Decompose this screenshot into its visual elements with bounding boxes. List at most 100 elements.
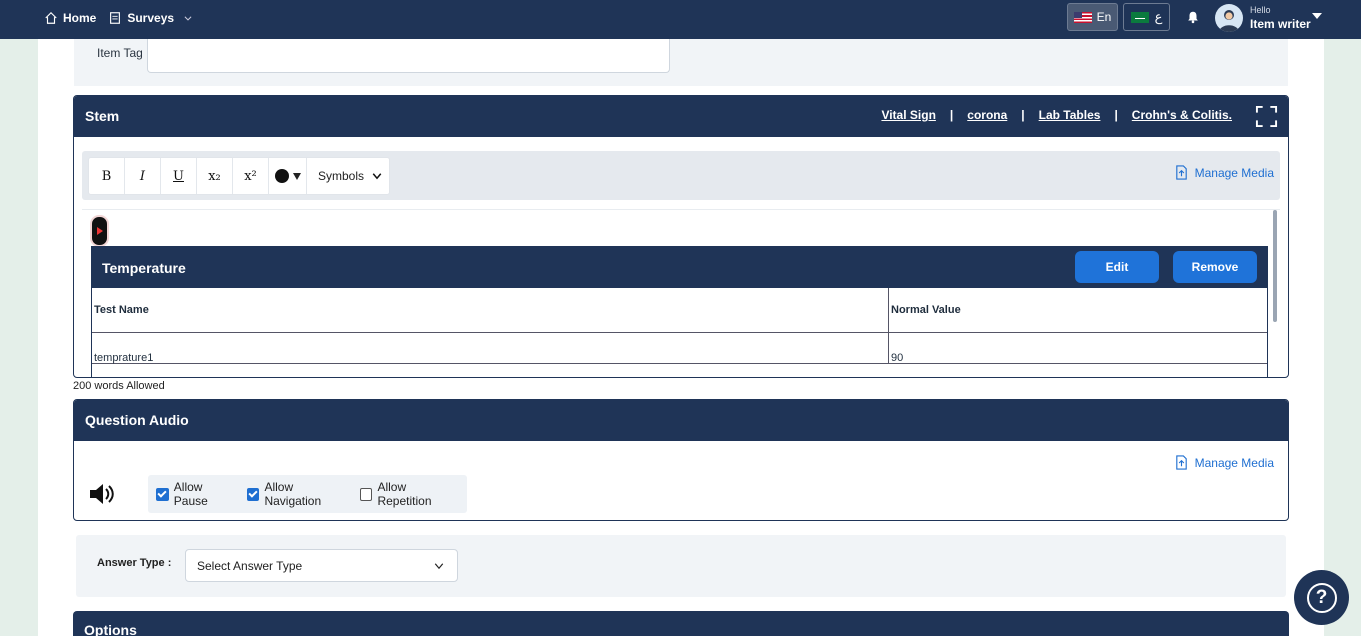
audio-manage-media-button[interactable]: Manage Media <box>1174 455 1274 470</box>
user-menu-caret-icon[interactable] <box>1312 13 1322 19</box>
survey-icon <box>110 11 121 24</box>
editor-toolbar: B I U x₂ x² Symbols <box>88 157 390 195</box>
editor-scrollbar[interactable] <box>1273 210 1277 322</box>
upload-file-icon <box>1175 455 1187 470</box>
bold-button[interactable]: B <box>89 158 125 194</box>
remove-button[interactable]: Remove <box>1173 251 1257 283</box>
column-header-test-name: Test Name <box>92 288 889 332</box>
language-en-button[interactable]: En <box>1067 3 1118 31</box>
bell-icon[interactable] <box>1186 10 1200 24</box>
link-separator: | <box>1021 108 1025 122</box>
stem-header: Stem Vital Sign | corona | Lab Tables | … <box>74 96 1288 137</box>
manage-media-label: Manage Media <box>1194 455 1274 470</box>
user-avatar-icon <box>1219 10 1239 32</box>
link-vital-sign[interactable]: Vital Sign <box>881 108 935 122</box>
us-flag-icon <box>1073 11 1092 23</box>
audio-title: Question Audio <box>85 412 189 428</box>
underline-label: U <box>173 168 184 184</box>
lab-table-title: Temperature <box>102 260 186 276</box>
nav-surveys-label: Surveys <box>127 10 175 25</box>
symbols-label: Symbols <box>318 169 365 183</box>
user-name[interactable]: Item writer <box>1250 17 1311 31</box>
allow-repetition-option[interactable]: Allow Repetition <box>359 480 462 508</box>
color-swatch <box>274 169 289 183</box>
audio-options: Allow Pause Allow Navigation Allow Repet… <box>148 475 467 513</box>
edit-button[interactable]: Edit <box>1075 251 1159 283</box>
manage-media-label: Manage Media <box>1194 165 1274 180</box>
avatar[interactable] <box>1215 4 1243 32</box>
chevron-down-icon <box>184 15 192 21</box>
symbols-select[interactable]: Symbols <box>307 158 389 194</box>
fullscreen-icon[interactable] <box>1255 105 1278 128</box>
link-crohns-colitis[interactable]: Crohn's & Colitis. <box>1132 108 1232 122</box>
link-separator: | <box>1114 108 1118 122</box>
allow-repetition-label: Allow Repetition <box>377 480 432 508</box>
underline-button[interactable]: U <box>161 158 197 194</box>
subscript-label: x₂ <box>208 168 221 184</box>
bold-label: B <box>101 168 112 184</box>
help-icon: ? <box>1306 582 1337 613</box>
question-audio-card: Question Audio Manage Media Allow Pause … <box>73 399 1289 521</box>
nav-home[interactable]: Home <box>44 11 96 25</box>
caret-down-icon <box>292 172 301 180</box>
editor-toolbar-area: B I U x₂ x² Symbols Manage Media <box>82 151 1280 200</box>
stem-editor[interactable]: Temperature Edit Remove Test Name Normal… <box>82 209 1280 377</box>
options-title: Options <box>84 622 137 636</box>
chevron-down-icon <box>372 173 382 180</box>
language-en-label: En <box>1096 10 1112 24</box>
column-header-normal-value: Normal Value <box>891 304 961 316</box>
text-color-picker[interactable] <box>269 158 307 194</box>
allow-repetition-checkbox[interactable] <box>359 487 373 501</box>
superscript-button[interactable]: x² <box>233 158 269 194</box>
italic-label: I <box>139 168 146 184</box>
table-header-row: Test Name Normal Value <box>92 288 1267 333</box>
top-navigation-bar: Home Surveys En ع Hello Item writer <box>0 0 1361 39</box>
nav-surveys[interactable]: Surveys <box>108 11 193 25</box>
cell-normal-value: 90 <box>891 352 904 364</box>
remove-label: Remove <box>1191 260 1239 274</box>
lab-table-header: Temperature Edit Remove <box>92 247 1267 288</box>
edit-label: Edit <box>1105 260 1129 274</box>
allow-navigation-checkbox[interactable] <box>246 487 260 501</box>
lab-table-grid: Test Name Normal Value temprature1 90 <box>92 288 1267 364</box>
help-label: ? <box>1315 586 1328 608</box>
options-card: Options <box>73 611 1289 636</box>
audio-header: Question Audio <box>74 400 1288 441</box>
stem-title: Stem <box>85 108 120 124</box>
link-lab-tables[interactable]: Lab Tables <box>1039 108 1101 122</box>
answer-type-label: Answer Type : <box>97 557 172 569</box>
word-limit-note: 200 words Allowed <box>73 380 165 392</box>
lab-table: Temperature Edit Remove Test Name Normal… <box>91 246 1268 377</box>
subscript-button[interactable]: x₂ <box>197 158 233 194</box>
answer-type-select[interactable]: Select Answer Type <box>185 549 458 582</box>
upload-file-icon <box>1175 165 1187 180</box>
user-greeting: Hello <box>1250 5 1271 15</box>
nav-home-label: Home <box>63 10 97 25</box>
language-ar-button[interactable]: ع <box>1123 3 1170 31</box>
saudi-flag-icon <box>1130 11 1149 23</box>
item-tag-input[interactable] <box>147 39 670 73</box>
italic-button[interactable]: I <box>125 158 161 194</box>
nav-left: Home Surveys <box>44 0 199 35</box>
item-tag-label: Item Tag <box>97 46 143 60</box>
video-thumbnail-icon[interactable] <box>90 215 109 247</box>
home-icon <box>45 11 57 24</box>
language-ar-label: ع <box>1154 9 1163 24</box>
allow-navigation-option[interactable]: Allow Navigation <box>246 480 352 508</box>
chevron-down-icon <box>434 562 444 569</box>
stem-manage-media-button[interactable]: Manage Media <box>1174 165 1274 180</box>
table-row: temprature1 90 <box>92 333 1267 364</box>
stem-quick-links: Vital Sign | corona | Lab Tables | Crohn… <box>881 108 1232 122</box>
stem-card: Stem Vital Sign | corona | Lab Tables | … <box>73 95 1289 378</box>
answer-type-placeholder: Select Answer Type <box>197 558 303 573</box>
allow-navigation-label: Allow Navigation <box>264 480 322 508</box>
speaker-icon[interactable] <box>88 480 116 508</box>
allow-pause-option[interactable]: Allow Pause <box>156 480 239 508</box>
link-corona[interactable]: corona <box>967 108 1007 122</box>
link-separator: | <box>949 108 954 122</box>
help-button[interactable]: ? <box>1294 570 1349 625</box>
superscript-label: x² <box>244 168 257 184</box>
allow-pause-label: Allow Pause <box>173 480 208 508</box>
cell-test-name: temprature1 <box>92 333 889 364</box>
allow-pause-checkbox[interactable] <box>156 487 169 501</box>
